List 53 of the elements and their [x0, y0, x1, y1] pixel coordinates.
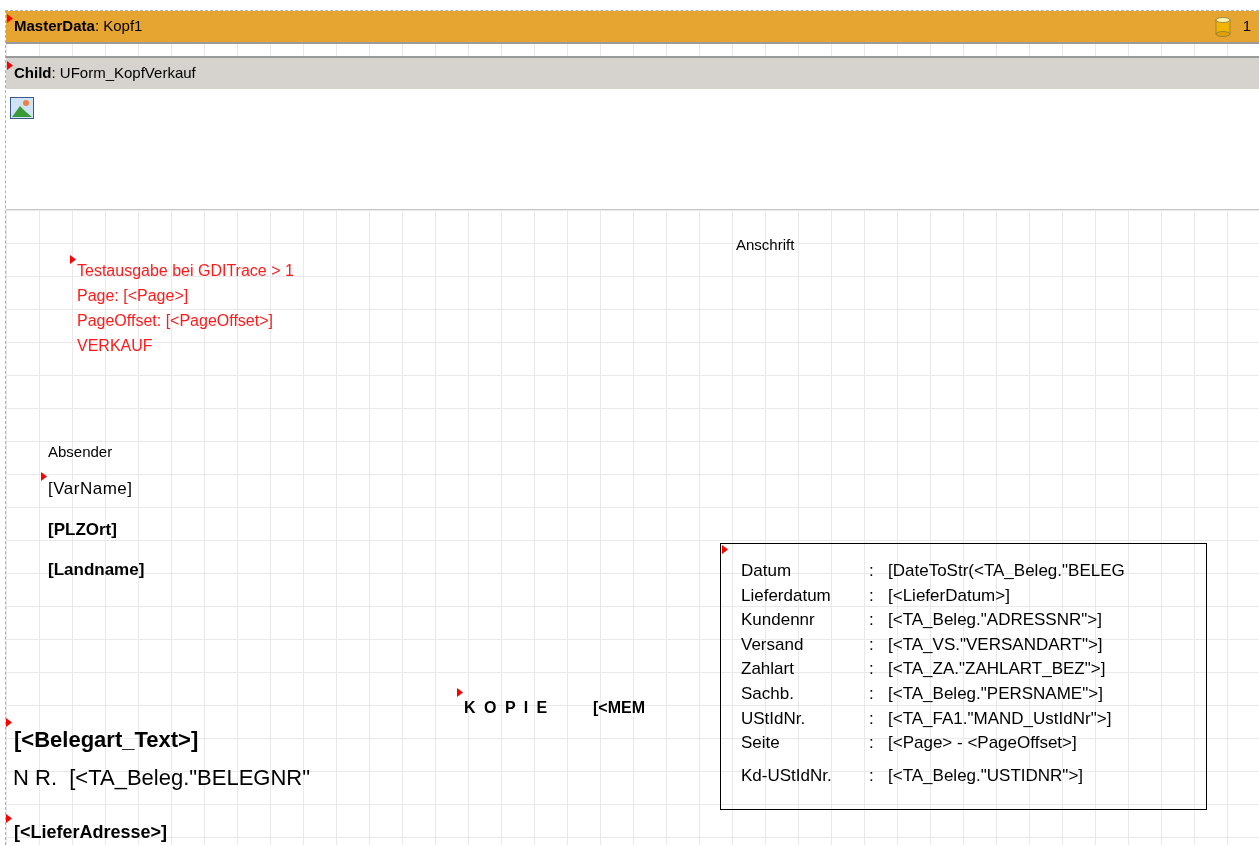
plz-ort-field: [PLZOrt]: [48, 517, 117, 543]
flag-icon: [7, 61, 13, 70]
info-label: Kundennr: [741, 609, 816, 632]
info-value: [<TA_Beleg."ADRESSNR">]: [888, 609, 1102, 632]
info-separator: :: [869, 732, 875, 755]
info-value: [<TA_ZA."ZAHLART_BEZ">]: [888, 658, 1106, 681]
memo-field: [<MEM: [593, 696, 645, 720]
info-separator: :: [869, 682, 875, 705]
info-value: [<TA_Beleg."PERSNAME">]: [888, 682, 1103, 705]
landname-field: [Landname]: [48, 557, 145, 583]
info-label: Sachb.: [741, 682, 795, 705]
flag-icon: [7, 14, 13, 23]
image-icon: [10, 97, 34, 119]
copy-label: K O P I E: [464, 698, 550, 718]
info-value: [<TA_Beleg."USTIDNR">]: [888, 764, 1084, 787]
flag-icon: [41, 472, 47, 481]
info-label: Kd-UStIdNr.: [741, 764, 833, 787]
document-number-field: N R. [<TA_Beleg."BELEGNR": [13, 761, 311, 794]
info-label: Zahlart: [741, 658, 795, 681]
info-separator: :: [869, 764, 875, 787]
info-label: Datum: [741, 560, 793, 582]
info-separator: :: [869, 584, 875, 607]
sender-label: Absender: [48, 442, 113, 462]
address-label: Anschrift: [736, 235, 795, 255]
info-separator: :: [869, 707, 875, 730]
info-label: UStIdNr.: [741, 707, 807, 730]
info-separator: :: [869, 560, 875, 582]
info-label: Versand: [741, 633, 805, 656]
band-title: MasterData: Kopf1: [14, 16, 143, 37]
info-separator: :: [869, 633, 875, 656]
database-icon: [1214, 16, 1231, 37]
flag-icon: [70, 255, 76, 264]
delivery-address-field: [<LieferAdresse>]: [14, 819, 168, 845]
info-separator: :: [869, 658, 875, 681]
trace-text: Testausgabe bei GDITrace > 1 Page: [<Page>] PageOffset: [<PageOffset>] VERKAUF: [77, 261, 294, 356]
flag-icon: [457, 688, 463, 697]
record-count: 1: [1242, 16, 1251, 37]
info-value: [<Page> - <PageOffset>]: [888, 732, 1077, 755]
band-header[interactable]: MasterData: Kopf1 1: [6, 11, 1259, 44]
band-header[interactable]: Child: UForm_KopfVerkauf: [6, 56, 1259, 89]
info-value: [DateToStr(<TA_Beleg."BELEG: [888, 560, 1125, 582]
info-separator: :: [869, 609, 875, 632]
info-label: Lieferdatum: [741, 584, 832, 607]
flag-icon: [6, 718, 12, 727]
band-title: Child: UForm_KopfVerkauf: [14, 63, 196, 84]
info-value: [<LieferDatum>]: [888, 584, 1010, 607]
flag-icon: [6, 814, 12, 823]
info-label: Seite: [741, 732, 781, 755]
info-value: [<TA_VS."VERSANDART">]: [888, 633, 1103, 656]
var-name-field: [VarName]: [48, 476, 133, 502]
info-value: [<TA_FA1."MAND_UstIdNr">]: [888, 707, 1112, 730]
flag-icon: [722, 545, 728, 554]
document-type-field: [<Belegart_Text>]: [14, 723, 199, 756]
